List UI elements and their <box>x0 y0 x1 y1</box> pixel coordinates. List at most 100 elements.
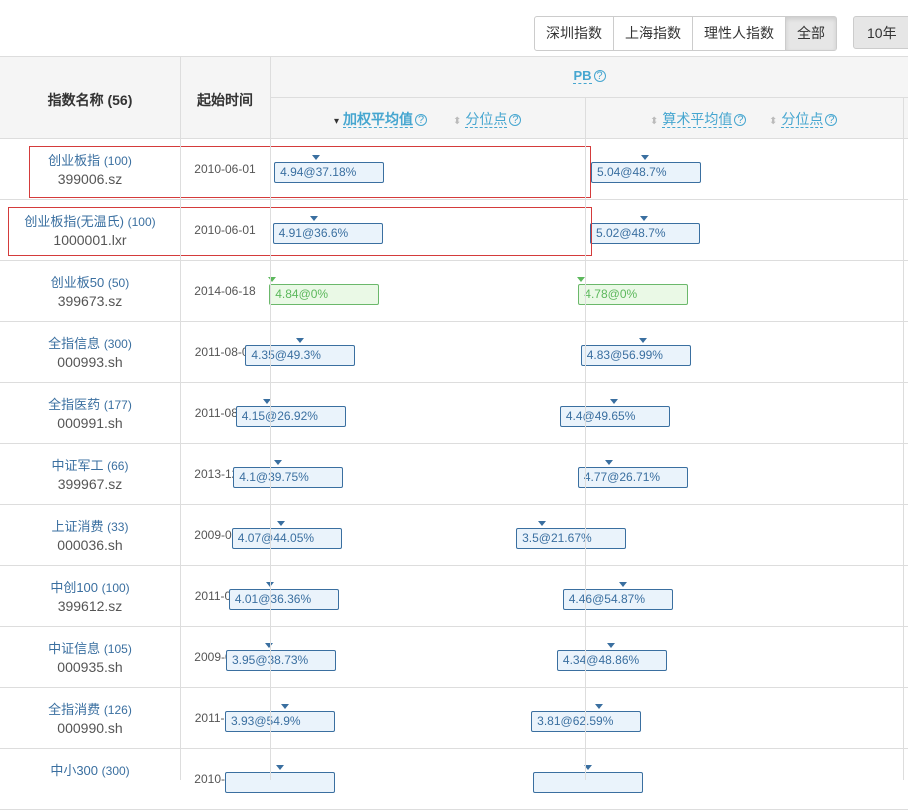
index-name-link[interactable]: 创业板50 (50) <box>0 272 180 291</box>
period-10y-button[interactable]: 10年 <box>853 16 908 49</box>
arith-pb-value[interactable]: 5.02@48.7% <box>589 223 700 244</box>
table-row[interactable]: 全指信息 (300) 000993.sh 2011-08-02 4.35@49.… <box>0 322 908 383</box>
arith-pb-value[interactable]: 4.34@48.86% <box>556 650 667 671</box>
constituent-count: (300) <box>101 764 130 778</box>
table-row[interactable]: 中证军工 (66) 399967.sz 2013-12-26 4.1@39.75… <box>0 444 908 505</box>
sort-icon: ⬍ <box>453 116 462 127</box>
percentile-marker-icon <box>281 704 290 709</box>
arith-pb-value[interactable]: 5.04@48.7% <box>590 162 701 183</box>
index-name: 创业板50 <box>50 275 105 290</box>
percentile-marker-icon <box>604 460 613 465</box>
index-code: 399612.sz <box>57 598 123 614</box>
arith-pb-value[interactable]: 4.4@49.65% <box>559 406 670 427</box>
index-name-link[interactable]: 中小300 (300) <box>0 760 180 779</box>
help-icon[interactable]: ? <box>734 114 747 126</box>
index-name-link[interactable]: 全指消费 (126) <box>0 699 180 718</box>
arith-pb-value[interactable] <box>532 772 643 793</box>
index-code: 399967.sz <box>57 476 123 492</box>
sort-weighted-avg[interactable]: ▾ 加权平均值? <box>334 109 428 129</box>
constituent-count: (50) <box>107 276 130 290</box>
index-name-link[interactable]: 全指信息 (300) <box>0 333 180 352</box>
table-row[interactable]: 创业板指 (100) 399006.sz 2010-06-01 4.94@37.… <box>0 139 908 200</box>
highlight-box <box>8 207 592 256</box>
constituent-count: (177) <box>103 398 132 412</box>
arith-avg-label: 算术平均值 <box>662 111 733 128</box>
arith-pb-value[interactable]: 3.81@62.59% <box>531 711 642 732</box>
index-code: 000990.sh <box>57 720 123 736</box>
index-code: 399673.sz <box>57 293 123 309</box>
percentile-marker-icon <box>639 216 648 221</box>
table-row[interactable]: 中创100 (100) 399612.sz 2011-02-28 4.01@36… <box>0 566 908 627</box>
percentile-marker-icon <box>606 643 615 648</box>
sort-percentile-2[interactable]: ⬍ 分位点? <box>769 109 838 129</box>
sort-icon: ⬍ <box>650 116 659 127</box>
help-icon[interactable]: ? <box>415 114 428 126</box>
arith-pb-value[interactable]: 4.83@56.99% <box>580 345 691 366</box>
filter-all[interactable]: 全部 <box>786 17 836 50</box>
percentile-marker-icon <box>276 521 285 526</box>
arith-pb-value[interactable]: 3.5@21.67% <box>516 528 627 549</box>
help-icon[interactable]: ? <box>825 114 838 126</box>
arith-pb-value[interactable]: 4.46@54.87% <box>562 589 673 610</box>
header-index-name[interactable]: 指数名称 (56) <box>0 90 180 110</box>
index-code: 000036.sh <box>57 537 123 553</box>
table-row[interactable]: 中证信息 (105) 000935.sh 2009-07-03 3.95@38.… <box>0 627 908 688</box>
table-row[interactable]: 全指消费 (126) 000990.sh 2011-08-02 3.93@54.… <box>0 688 908 749</box>
percentile-label: 分位点 <box>781 111 824 128</box>
index-name: 中小300 <box>50 763 99 778</box>
sort-percentile[interactable]: ⬍ 分位点? <box>453 109 522 129</box>
weighted-pb-value[interactable]: 4.07@44.05% <box>231 528 342 549</box>
weighted-pb-value[interactable]: 4.01@36.36% <box>228 589 339 610</box>
weighted-pb-value[interactable]: 3.93@54.9% <box>224 711 335 732</box>
index-name: 中证信息 <box>48 641 101 656</box>
pb-link[interactable]: PB <box>573 68 592 84</box>
table-row[interactable]: 上证消费 (33) 000036.sh 2009-01-09 4.07@44.0… <box>0 505 908 566</box>
table-row[interactable]: 全指医药 (177) 000991.sh 2011-08-02 4.15@26.… <box>0 383 908 444</box>
filter-rational[interactable]: 理性人指数 <box>693 17 786 50</box>
weighted-pb-value[interactable]: 4.84@0% <box>269 284 380 305</box>
constituent-count: (126) <box>103 703 132 717</box>
index-name-link[interactable]: 中证信息 (105) <box>0 638 180 657</box>
help-icon[interactable]: ? <box>593 70 606 82</box>
weighted-pb-value[interactable]: 3.95@38.73% <box>225 650 336 671</box>
index-name: 全指医药 <box>48 397 101 412</box>
index-name-link[interactable]: 全指医药 (177) <box>0 394 180 413</box>
index-name-link[interactable]: 中创100 (100) <box>0 577 180 596</box>
percentile-marker-icon <box>610 399 619 404</box>
header-start-date[interactable]: 起始时间 <box>180 90 270 110</box>
percentile-label: 分位点 <box>465 111 508 128</box>
percentile-marker-icon <box>595 704 604 709</box>
constituent-count: (300) <box>103 337 132 351</box>
percentile-marker-icon <box>295 338 304 343</box>
constituent-count: (66) <box>107 459 129 473</box>
index-name-link[interactable]: 中证军工 (66) <box>0 455 180 474</box>
filter-shanghai[interactable]: 上海指数 <box>614 17 693 50</box>
help-icon[interactable]: ? <box>509 114 522 126</box>
percentile-marker-icon <box>618 582 627 587</box>
table-row[interactable]: 创业板50 (50) 399673.sz 2014-06-18 4.84@0% … <box>0 261 908 322</box>
sort-icon: ⬍ <box>769 116 778 127</box>
arith-pb-value[interactable]: 4.78@0% <box>578 284 689 305</box>
sort-arith-avg[interactable]: ⬍ 算术平均值? <box>650 109 747 129</box>
percentile-marker-icon <box>639 338 647 343</box>
index-name: 中创100 <box>50 580 99 595</box>
weighted-pb-value[interactable]: 4.1@39.75% <box>233 467 344 488</box>
index-name-link[interactable]: 上证消费 (33) <box>0 516 180 535</box>
index-name: 上证消费 <box>51 519 104 534</box>
index-code: 000993.sh <box>57 354 123 370</box>
weighted-pb-value[interactable]: 4.35@49.3% <box>245 345 356 366</box>
arith-pb-value[interactable]: 4.77@26.71% <box>577 467 688 488</box>
column-divider <box>180 56 181 780</box>
table-header: 指数名称 (56) 起始时间 PB? ▾ 加权平均值? ⬍ 分位点? ⬍ 算术平均值?… <box>0 56 908 139</box>
table-row[interactable]: 创业板指(无温氏) (100) 1000001.lxr 2010-06-01 4… <box>0 200 908 261</box>
index-name: 全指消费 <box>48 702 101 717</box>
start-date: 2014-06-18 <box>194 284 256 298</box>
filter-shenzhen[interactable]: 深圳指数 <box>535 17 614 50</box>
percentile-marker-icon <box>273 460 282 465</box>
index-code: 000991.sh <box>57 415 123 431</box>
constituent-count: (100) <box>101 581 130 595</box>
weighted-avg-label: 加权平均值 <box>343 111 414 128</box>
divider <box>271 97 908 98</box>
weighted-pb-value[interactable] <box>224 772 335 793</box>
weighted-pb-value[interactable]: 4.15@26.92% <box>235 406 346 427</box>
